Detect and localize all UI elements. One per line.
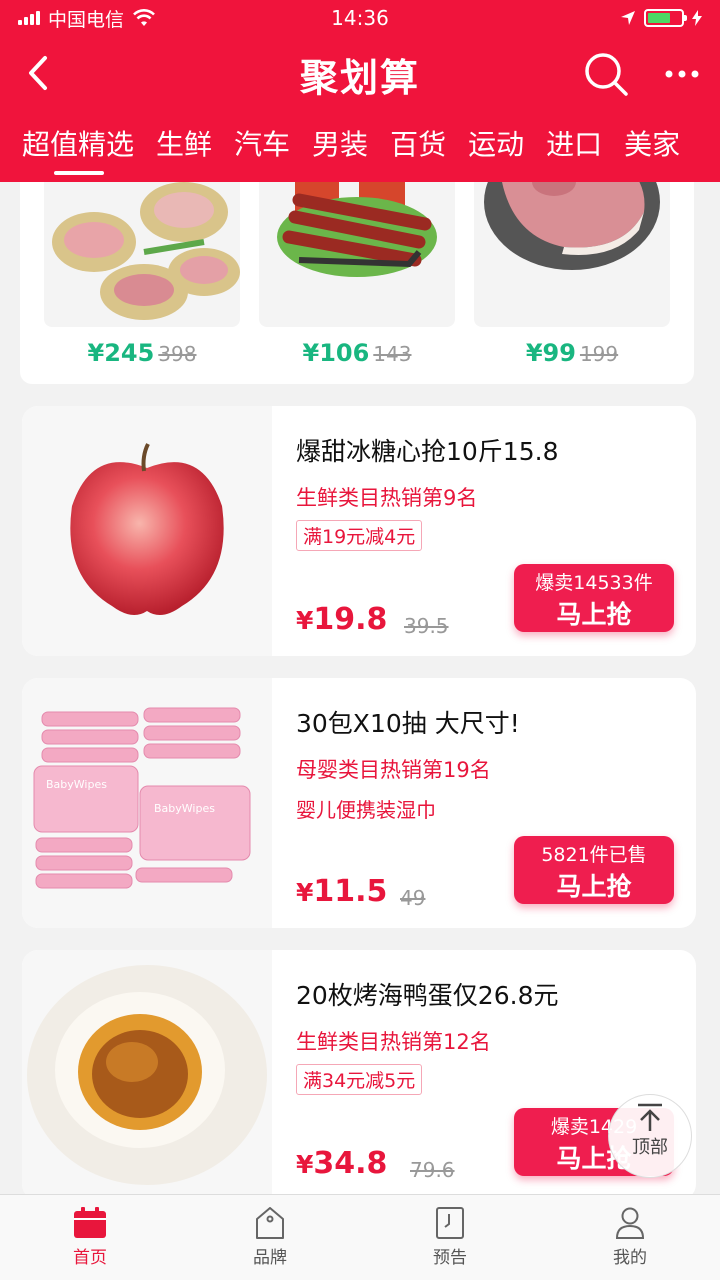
search-button[interactable] — [580, 48, 632, 100]
product-price: ¥19.8 — [296, 602, 388, 637]
buy-now-button[interactable]: 5821件已售 马上抢 — [514, 836, 674, 904]
tab-fresh[interactable]: 生鲜 — [145, 117, 223, 177]
tab-featured[interactable]: 超值精选 — [12, 117, 145, 177]
mini-product-card[interactable]: ¥99 199 — [474, 182, 670, 367]
battery-icon — [644, 9, 687, 27]
back-to-top-button[interactable]: 顶部 — [608, 1094, 692, 1178]
product-price: ¥34.8 — [296, 1146, 388, 1181]
sold-count: 爆卖14533件 — [535, 572, 653, 594]
tab-home[interactable]: 美家 — [613, 117, 691, 177]
status-bar: 中国电信 14:36 — [0, 0, 720, 36]
product-subtitle: 婴儿便携装湿巾 — [296, 798, 436, 822]
product-feed[interactable]: ¥245 398 ¥106 143 ¥99 199 爆甜冰糖心抢10斤15.8 … — [0, 182, 720, 1194]
original-price: 49 — [400, 886, 426, 910]
apple-image — [22, 406, 272, 656]
buy-now-button[interactable]: 爆卖14533件 马上抢 — [514, 564, 674, 632]
product-card-duck-egg[interactable]: 20枚烤海鸭蛋仅26.8元 生鲜类目热销第12名 满34元减5元 ¥34.8 7… — [22, 950, 696, 1194]
wifi-icon — [133, 9, 155, 26]
tabbar-label: 品牌 — [253, 1248, 287, 1268]
carrier-label: 中国电信 — [48, 8, 125, 31]
pork-platter-image — [44, 182, 240, 327]
user-icon — [615, 1207, 645, 1239]
tab-sports[interactable]: 运动 — [457, 117, 535, 177]
promo-badge: 满19元减4元 — [296, 520, 423, 551]
promo-badge: 满34元减5元 — [296, 1064, 423, 1095]
original-price: 39.5 — [404, 614, 449, 638]
mini-original-price: 143 — [373, 342, 412, 366]
tabbar-mine[interactable]: 我的 — [540, 1195, 720, 1280]
sausage-image — [259, 182, 455, 327]
wipes-pack-label: BabyWipes — [46, 778, 107, 791]
category-tabs: 超值精选 生鲜 汽车 男装 百货 运动 进口 美家 — [0, 112, 720, 182]
bottom-tab-bar: 首页 品牌 预告 我的 — [0, 1194, 720, 1280]
mini-price: ¥245 — [87, 339, 155, 367]
more-icon — [665, 70, 699, 78]
back-button[interactable] — [18, 48, 58, 98]
calendar-icon — [74, 1207, 106, 1238]
signal-icon — [18, 11, 40, 25]
mini-product-card[interactable]: ¥106 143 — [259, 182, 455, 367]
pork-cut-image — [474, 182, 670, 327]
product-price: ¥11.5 — [296, 874, 388, 909]
tag-icon — [256, 1207, 284, 1239]
chevron-left-icon — [29, 56, 47, 90]
original-price: 79.6 — [410, 1158, 455, 1182]
product-title: 爆甜冰糖心抢10斤15.8 — [296, 437, 559, 466]
product-title: 30包X10抽 大尺寸! — [296, 709, 520, 738]
sold-count: 5821件已售 — [541, 844, 647, 866]
location-icon — [621, 11, 635, 25]
tab-general[interactable]: 百货 — [379, 117, 457, 177]
header: 中国电信 14:36 聚划算 超值精选 生鲜 汽车 男装 百货 运动 进口 美家 — [0, 0, 720, 182]
tabbar-label: 预告 — [433, 1248, 467, 1268]
product-card-wipes[interactable]: BabyWipes BabyWipes 30包X10抽 大尺寸! 母婴类目热销第… — [22, 678, 696, 928]
mini-price: ¥99 — [525, 339, 576, 367]
tab-menswear[interactable]: 男装 — [301, 117, 379, 177]
product-card-apple[interactable]: 爆甜冰糖心抢10斤15.8 生鲜类目热销第9名 满19元减4元 ¥19.8 39… — [22, 406, 696, 656]
wipes-pack-label: BabyWipes — [154, 802, 215, 815]
product-rank: 母婴类目热销第19名 — [296, 758, 491, 782]
back-to-top-label: 顶部 — [632, 1137, 668, 1158]
tab-auto[interactable]: 汽车 — [223, 117, 301, 177]
nav-bar: 聚划算 — [0, 36, 720, 112]
buy-label: 马上抢 — [556, 600, 632, 629]
mini-price: ¥106 — [302, 339, 370, 367]
bookmark-icon — [436, 1207, 464, 1239]
duck-egg-image — [22, 950, 272, 1194]
mini-original-price: 199 — [579, 342, 619, 366]
mini-original-price: 398 — [158, 342, 197, 366]
buy-label: 马上抢 — [556, 872, 632, 901]
product-rank: 生鲜类目热销第12名 — [296, 1030, 491, 1054]
tabbar-label: 首页 — [73, 1248, 107, 1268]
tabbar-preview[interactable]: 预告 — [360, 1195, 540, 1280]
recommended-row: ¥245 398 ¥106 143 ¥99 199 — [20, 182, 694, 384]
tabbar-home[interactable]: 首页 — [0, 1195, 180, 1280]
tabbar-brand[interactable]: 品牌 — [180, 1195, 360, 1280]
search-icon — [585, 53, 628, 96]
wipes-image: BabyWipes BabyWipes — [22, 678, 272, 928]
arrow-up-icon — [638, 1103, 662, 1131]
charging-icon — [692, 10, 702, 26]
product-title: 20枚烤海鸭蛋仅26.8元 — [296, 981, 559, 1010]
tab-imported[interactable]: 进口 — [535, 117, 613, 177]
mini-product-card[interactable]: ¥245 398 — [44, 182, 240, 367]
tabbar-label: 我的 — [613, 1248, 647, 1268]
product-rank: 生鲜类目热销第9名 — [296, 486, 478, 510]
more-button[interactable] — [660, 48, 704, 100]
